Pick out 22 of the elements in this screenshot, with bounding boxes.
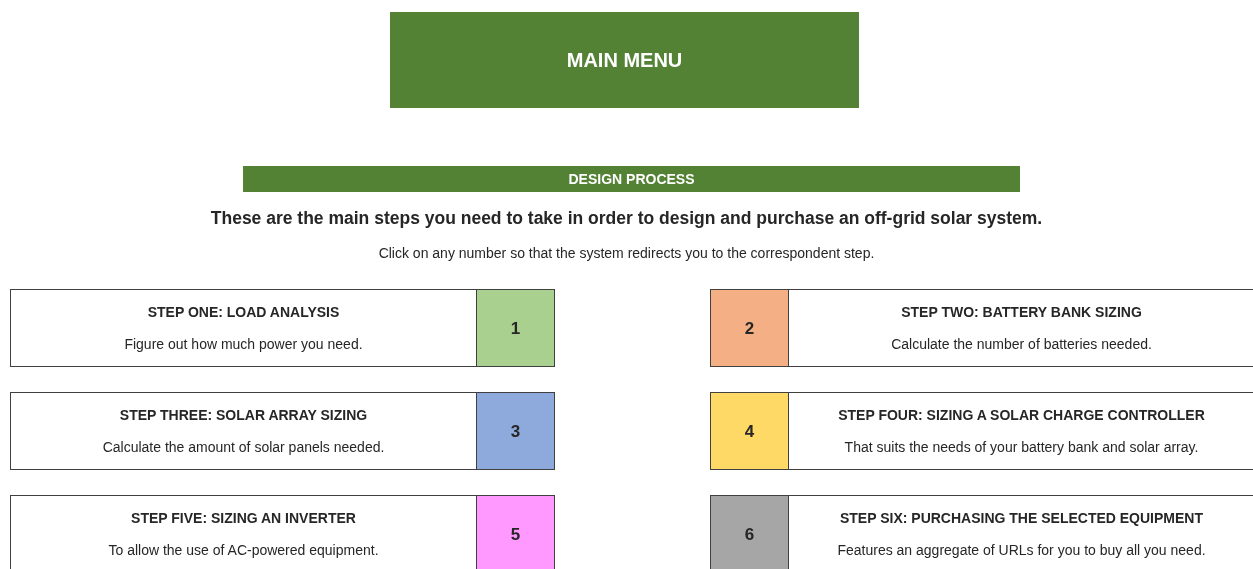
section-header: DESIGN PROCESS xyxy=(243,166,1020,192)
step-number-button[interactable]: 6 xyxy=(711,496,789,569)
step-number-button[interactable]: 3 xyxy=(476,393,554,470)
heading: These are the main steps you need to take in order to design and purchase an off-grid solar system. xyxy=(209,207,1044,230)
step-description: To allow the use of AC-powered equipment. xyxy=(108,540,379,560)
step-title: STEP TWO: BATTERY BANK SIZING xyxy=(901,302,1142,322)
step-number-button[interactable]: 2 xyxy=(711,290,789,367)
step-title: STEP FOUR: SIZING A SOLAR CHARGE CONTROLLER xyxy=(838,405,1205,425)
step-description: Features an aggregate of URLs for you to buy all you need. xyxy=(837,540,1206,560)
step-description: That suits the needs of your battery bank and solar array. xyxy=(844,437,1199,457)
step-number-button[interactable]: 4 xyxy=(711,393,789,470)
step-title: STEP FIVE: SIZING AN INVERTER xyxy=(131,508,356,528)
step-description: Calculate the amount of solar panels needed. xyxy=(102,437,385,457)
main-menu-button[interactable]: MAIN MENU xyxy=(390,12,859,108)
step-title: STEP ONE: LOAD ANALYSIS xyxy=(147,302,340,322)
step-number-button[interactable]: 1 xyxy=(476,290,554,367)
step-number-button[interactable]: 5 xyxy=(476,496,554,569)
instruction-text: Click on any number so that the system redirects you to the correspondent step. xyxy=(377,244,876,264)
step-description: Calculate the number of batteries needed. xyxy=(891,334,1152,354)
step-title: STEP SIX: PURCHASING THE SELECTED EQUIPMENT xyxy=(840,508,1203,528)
step-description: Figure out how much power you need. xyxy=(124,334,363,354)
step-title: STEP THREE: SOLAR ARRAY SIZING xyxy=(119,405,368,425)
